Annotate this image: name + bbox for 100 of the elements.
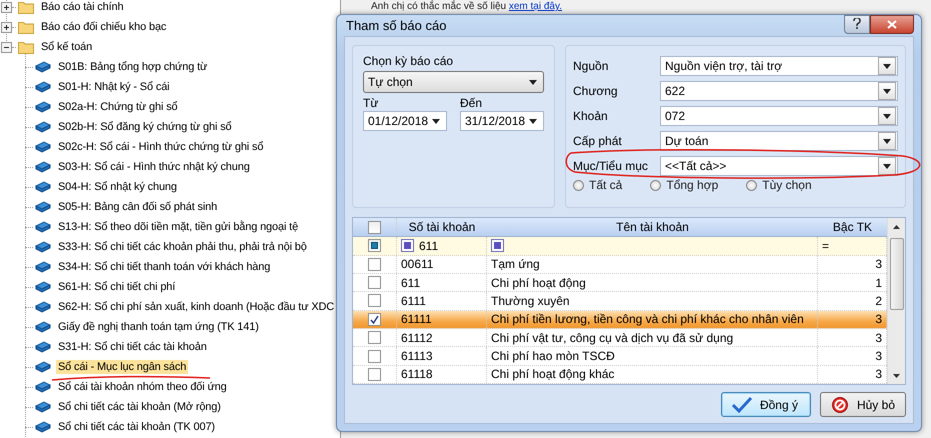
table-cell: 00611 — [397, 256, 487, 273]
tree-item[interactable]: Sổ chi tiết các tài khoản (Mở rộng) — [56, 400, 223, 414]
field-label: Chọn kỳ báo cáo — [363, 54, 454, 68]
row-checkbox[interactable] — [368, 368, 381, 381]
book-icon — [35, 61, 51, 73]
cancel-button[interactable]: Hủy bỏ — [820, 392, 906, 417]
table-cell: 611 — [397, 274, 487, 292]
tree-item[interactable]: S31-H: Sổ chi tiết các tài khoản — [56, 340, 209, 354]
field-label: Mục/Tiểu mục — [573, 159, 649, 173]
dropdown-field[interactable]: Dự toán — [660, 131, 898, 151]
tree-item[interactable]: S02a-H: Chứng từ ghi sổ — [56, 100, 180, 114]
column-header[interactable]: Tên tài khoản — [487, 218, 818, 236]
filter-icon[interactable] — [401, 239, 414, 252]
radio-option[interactable]: Tổng hợp — [650, 178, 718, 192]
scroll-down-icon[interactable] — [893, 374, 900, 378]
question-icon — [853, 18, 861, 28]
book-icon — [35, 81, 51, 93]
tree-item[interactable]: S04-H: Sổ nhật ký chung — [56, 180, 179, 194]
tree-item[interactable]: S61-H: Sổ chi tiết chi phí — [56, 280, 178, 294]
tree-folder[interactable]: Báo cáo đối chiếu kho bạc — [39, 20, 168, 34]
row-checkbox[interactable] — [368, 294, 381, 308]
caret-down-icon — [883, 88, 891, 94]
table-row[interactable]: 61113 Chi phí hao mòn TSCĐ 3 — [353, 347, 887, 366]
table-cell: Chi phí hoạt động — [487, 274, 818, 292]
tree-item[interactable]: S33-H: Sổ chi tiết các khoản phải thu, phải trả nội bộ — [56, 240, 309, 254]
tree-folder[interactable]: Sổ kế toán — [39, 40, 94, 54]
tree-item[interactable]: S02c-H: Sổ cái - Hình thức chứng từ ghi sổ — [56, 140, 266, 154]
tree-item[interactable]: S13-H: Sổ theo dõi tiền mặt, tiền gửi bằng ngoại tệ — [56, 220, 300, 234]
help-link[interactable]: xem tại đây. — [508, 1, 562, 12]
table-cell: 61113 — [397, 347, 487, 365]
collapse-toggle[interactable] — [1, 42, 12, 52]
book-icon — [35, 261, 51, 273]
row-checkbox[interactable] — [368, 258, 381, 271]
book-icon — [35, 201, 51, 213]
caret-down-icon — [883, 164, 891, 168]
tree-item[interactable]: S01-H: Nhật ký - Sổ cái — [56, 80, 172, 94]
column-header[interactable]: Bậc TK — [818, 218, 887, 236]
close-button[interactable] — [870, 15, 914, 34]
caret-down-icon — [529, 118, 537, 124]
folder-icon — [18, 20, 34, 34]
table-cell: Chi phí hoạt động khác — [487, 366, 818, 384]
tree-item[interactable]: S02b-H: Sổ đăng ký chứng từ ghi sổ — [56, 120, 234, 134]
table-cell: Chi phí tiền lương, tiền công và chi phí khác cho nhân viên — [487, 310, 818, 328]
row-checkbox[interactable] — [368, 276, 381, 290]
field-label: Đến — [460, 96, 484, 110]
dialog-title: Tham số báo cáo — [345, 18, 446, 33]
book-icon — [35, 101, 51, 113]
tree-item[interactable]: Giấy đề nghị thanh toán tạm ứng (TK 141) — [56, 320, 261, 334]
book-icon — [35, 361, 51, 373]
filter-icon[interactable] — [491, 239, 504, 252]
row-checkbox[interactable] — [368, 350, 381, 362]
tree-item[interactable]: S34-H: Sổ chi tiết thanh toán với khách hàng — [56, 260, 272, 274]
filter-checkbox[interactable] — [368, 239, 381, 252]
notice-text: Anh chị có thắc mắc về số liệu xem tại đây. — [371, 1, 562, 12]
dropdown-field[interactable]: Nguồn viện trợ, tài trợ — [660, 56, 898, 76]
tree-item[interactable]: Sổ cái tài khoản nhóm theo đối ứng — [56, 380, 229, 394]
table-row[interactable]: 61111 Chi phí tiền lương, tiền công và chi phí khác cho nhân viên 3 — [353, 310, 887, 329]
folder-icon — [18, 0, 34, 14]
dropdown-field[interactable]: 072 — [660, 106, 898, 126]
radio-option[interactable]: Tất cả — [573, 178, 622, 192]
expand-toggle[interactable] — [1, 2, 12, 12]
scroll-up-icon[interactable] — [893, 224, 900, 228]
tree-item[interactable]: Sổ chi tiết các tài khoản (TK 007) — [56, 420, 217, 434]
folder-icon — [18, 40, 34, 54]
column-header[interactable]: Số tài khoản — [397, 218, 487, 236]
help-button[interactable] — [844, 15, 870, 34]
book-icon — [35, 341, 51, 353]
row-checkbox[interactable] — [368, 331, 381, 344]
scrollbar[interactable] — [887, 218, 905, 384]
date-picker[interactable]: 31/12/2018 — [460, 111, 544, 131]
tree-item[interactable]: S05-H: Bảng cân đối số phát sinh — [56, 200, 220, 214]
tree-item[interactable]: S62-H: Sổ chi phí sản xuất, kinh doanh (Hoặc đầu tư XDC — [56, 300, 336, 314]
date-picker[interactable]: 01/12/2018 — [363, 111, 447, 131]
checkmark-icon — [732, 396, 752, 412]
tree-item[interactable]: S01B: Bảng tổng hợp chứng từ — [56, 60, 210, 74]
tree-item[interactable]: S03-H: Sổ cái - Hình thức nhật ký chung — [56, 160, 252, 174]
table-cell: Chi phí hao mòn TSCĐ — [487, 347, 818, 365]
period-dropdown[interactable]: Tự chọn — [363, 71, 544, 93]
radio-option[interactable]: Tùy chọn — [746, 178, 812, 192]
row-checkbox[interactable] — [368, 312, 381, 326]
select-all-checkbox[interactable] — [368, 220, 381, 234]
table-row[interactable]: 00611 Tạm ứng 3 — [353, 256, 887, 274]
book-icon — [35, 161, 51, 173]
ok-button[interactable]: Đồng ý — [720, 392, 811, 417]
filter-value[interactable]: 611 — [419, 238, 438, 253]
filter-operator[interactable]: = — [822, 238, 830, 253]
table-row[interactable]: 611 Chi phí hoạt động 1 — [353, 274, 887, 292]
caret-down-icon — [883, 114, 891, 118]
book-icon — [35, 181, 51, 193]
dropdown-field[interactable]: 622 — [660, 81, 898, 101]
tree-item[interactable]: Sổ cái - Mục lục ngân sách — [56, 360, 188, 374]
expand-toggle[interactable] — [1, 22, 12, 32]
dropdown-field[interactable]: <<Tất cả>> — [660, 156, 898, 176]
table-cell: Chi phí vật tư, công cụ và dịch vụ đã sử dụng — [487, 328, 818, 346]
table-row[interactable]: 61112 Chi phí vật tư, công cụ và dịch vụ đã sử dụng 3 — [353, 328, 887, 348]
table-row[interactable]: 61118 Chi phí hoạt động khác 3 — [353, 366, 887, 384]
book-icon — [35, 301, 51, 313]
book-icon — [35, 241, 51, 253]
tree-folder[interactable]: Báo cáo tài chính — [39, 0, 126, 14]
table-cell: Thường xuyên — [487, 292, 818, 310]
